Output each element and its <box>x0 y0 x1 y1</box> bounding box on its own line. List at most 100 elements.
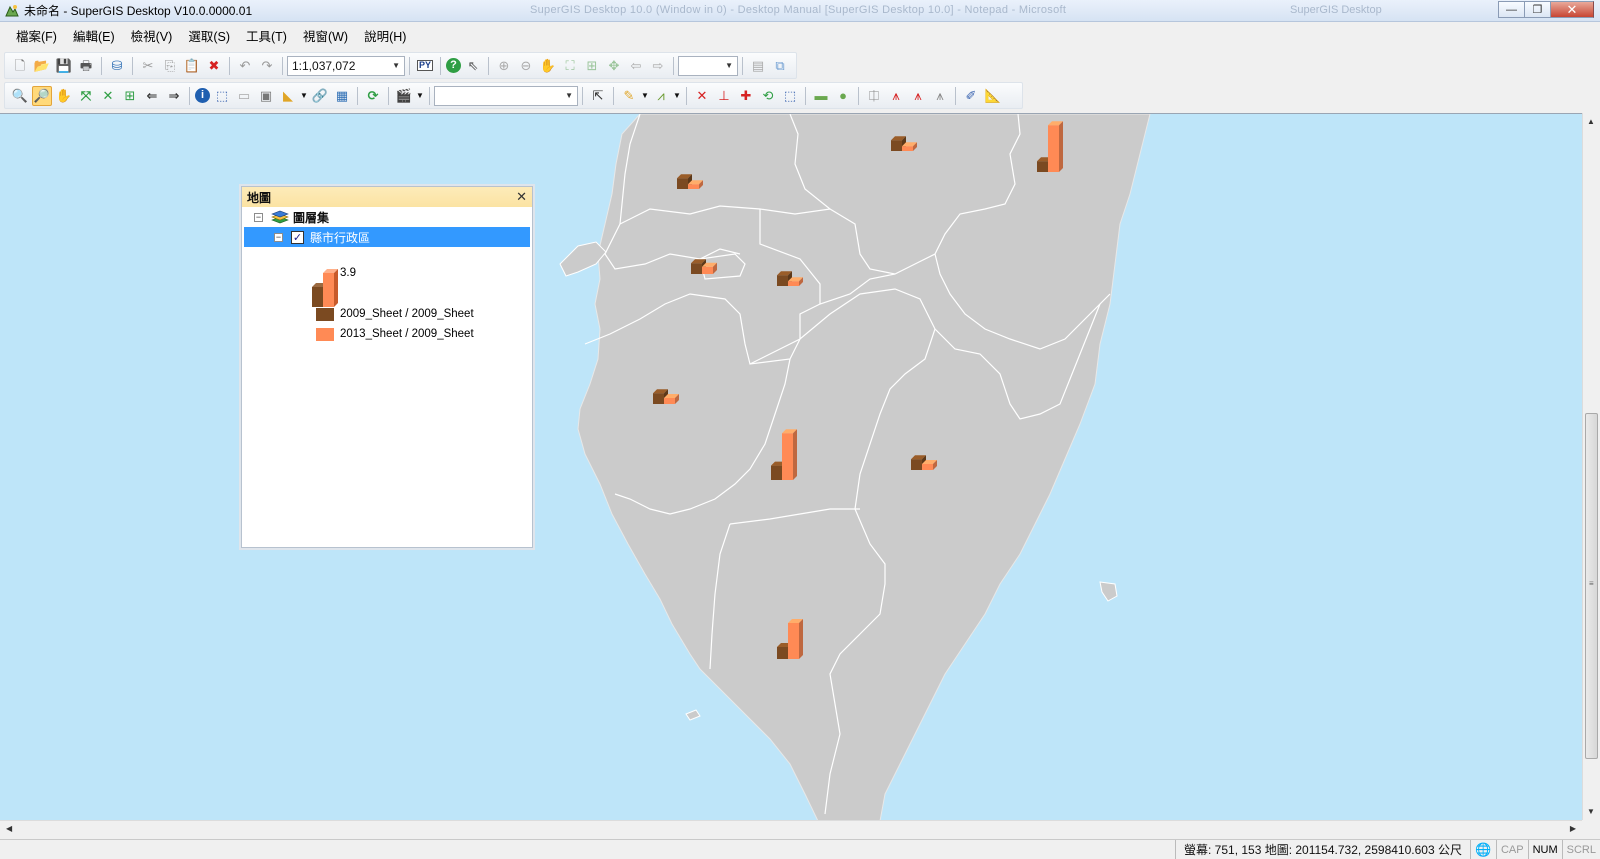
globe-icon[interactable]: 🌐 <box>1469 840 1496 859</box>
select-features-icon[interactable]: ⬚ <box>212 86 232 106</box>
next-extent-icon[interactable]: ⇒ <box>164 86 184 106</box>
maximize-button[interactable]: ❐ <box>1524 1 1550 18</box>
mirror-icon[interactable]: ⎅ <box>864 86 884 106</box>
fixed-zoom-in-icon[interactable]: ⤧ <box>76 86 96 106</box>
layout-zoom-combo[interactable]: ▼ <box>678 55 738 76</box>
measure-icon[interactable]: ◣ <box>278 86 298 106</box>
menu-file[interactable]: 檔案(F) <box>8 23 65 48</box>
chevron-down-icon[interactable]: ▼ <box>673 86 681 106</box>
smooth-icon[interactable]: ⩚ <box>908 86 928 106</box>
scroll-left-icon[interactable]: ◀ <box>6 824 12 833</box>
add-data-icon[interactable]: ⛁ <box>107 56 127 76</box>
save-icon[interactable]: 💾 <box>54 56 74 76</box>
vertical-scrollbar[interactable]: ▲ ≡ ▼ <box>1582 113 1600 820</box>
print-icon[interactable]: 🖶 <box>76 56 96 76</box>
layer-set-row[interactable]: − 圖層集 <box>254 207 329 227</box>
menu-select[interactable]: 選取(S) <box>180 23 238 48</box>
scale-icon[interactable]: ⬚ <box>780 86 800 106</box>
chevron-down-icon[interactable]: ▼ <box>300 86 308 106</box>
context-help-icon[interactable]: ⇖ <box>463 56 483 76</box>
menu-window[interactable]: 視窗(W) <box>295 23 356 48</box>
intersect-icon[interactable]: ✚ <box>736 86 756 106</box>
layout-zoom-out-icon[interactable]: ⊖ <box>516 56 536 76</box>
toolbar-separator <box>858 86 859 105</box>
zoom-in-icon[interactable]: 🔍 <box>10 86 30 106</box>
scrollbar-corner <box>1582 820 1600 838</box>
close-icon[interactable]: ✕ <box>516 189 527 205</box>
fixed-zoom-out-icon[interactable]: ✕ <box>98 86 118 106</box>
vertex-icon[interactable]: ⩘ <box>651 86 671 106</box>
cut-icon[interactable]: ✂ <box>138 56 158 76</box>
tools-toolbar: 🔍 🔎 ✋ ⤧ ✕ ⊞ ⇐ ⇒ i ⬚ ▭ ▣ ◣ ▼ 🔗 ▦ ⟳ 🎬 ▼ ▼ … <box>4 82 1023 109</box>
close-button[interactable]: ✕ <box>1550 1 1594 18</box>
layout-zoom-in-icon[interactable]: ⊕ <box>494 56 514 76</box>
layout-zoom-whole-icon[interactable]: ⛶ <box>560 56 580 76</box>
scroll-down-icon[interactable]: ▼ <box>1587 807 1595 816</box>
sketch-pencil-icon[interactable]: ✎ <box>619 86 639 106</box>
scroll-right-icon[interactable]: ▶ <box>1570 824 1576 833</box>
layer-visibility-checkbox[interactable]: ✓ <box>291 230 304 244</box>
layout-pan-icon[interactable]: ✋ <box>538 56 558 76</box>
menu-edit[interactable]: 編輯(E) <box>65 23 123 48</box>
full-extent-icon[interactable]: ⊞ <box>120 86 140 106</box>
layout-forward-icon[interactable]: ⇨ <box>648 56 668 76</box>
ruler-icon[interactable]: 📐 <box>983 86 1003 106</box>
paste-icon[interactable]: 📋 <box>182 56 202 76</box>
new-document-icon[interactable]: 🗋 <box>10 56 30 76</box>
copy-icon[interactable]: ⎘ <box>160 56 180 76</box>
layout-back-icon[interactable]: ⇦ <box>626 56 646 76</box>
menu-view[interactable]: 檢視(V) <box>123 23 181 48</box>
pan-icon[interactable]: ✋ <box>54 86 74 106</box>
menu-tools[interactable]: 工具(T) <box>238 23 295 48</box>
collapse-icon[interactable]: − <box>254 212 263 222</box>
layer-row-counties[interactable]: − ✓ 縣市行政區 <box>244 227 530 247</box>
previous-extent-icon[interactable]: ⇐ <box>142 86 162 106</box>
scroll-up-icon[interactable]: ▲ <box>1587 117 1595 126</box>
clapper-icon[interactable]: 🎬 <box>394 86 414 106</box>
chevron-down-icon[interactable]: ▼ <box>416 86 424 106</box>
window-title: 未命名 - SuperGIS Desktop V10.0.0000.01 <box>24 4 253 18</box>
generalize-icon[interactable]: ⩚ <box>886 86 906 106</box>
buffer-icon[interactable]: ● <box>833 86 853 106</box>
delete-icon[interactable]: ✖ <box>204 56 224 76</box>
target-layer-combo[interactable]: ▼ <box>434 85 578 106</box>
menu-help[interactable]: 說明(H) <box>356 23 414 48</box>
perpendicular-icon[interactable]: ⊥ <box>714 86 734 106</box>
open-folder-icon[interactable]: 📂 <box>32 56 52 76</box>
map-tips-icon[interactable]: ▭ <box>234 86 254 106</box>
python-icon[interactable]: PY <box>415 56 435 76</box>
union-icon[interactable]: ▬ <box>811 86 831 106</box>
html-popup-icon[interactable]: ▣ <box>256 86 276 106</box>
refresh-icon[interactable]: ⟳ <box>363 86 383 106</box>
edit-select-icon[interactable]: ⇱ <box>588 86 608 106</box>
split-icon[interactable]: ✕ <box>692 86 712 106</box>
map-canvas[interactable] <box>0 114 1582 820</box>
collapse-icon[interactable]: − <box>274 232 283 242</box>
help-icon[interactable]: ? <box>446 58 461 73</box>
redo-icon[interactable]: ↷ <box>257 56 277 76</box>
app-icon <box>5 4 19 16</box>
identify-icon[interactable]: i <box>195 88 210 103</box>
page-setup-icon[interactable]: ▤ <box>748 56 768 76</box>
zoom-out-icon[interactable]: 🔎 <box>32 85 52 106</box>
layout-zoom-page-icon[interactable]: ✥ <box>604 56 624 76</box>
horizontal-scrollbar[interactable]: ◀ ▶ <box>0 820 1582 838</box>
undo-icon[interactable]: ↶ <box>235 56 255 76</box>
legend-chart-max-label: 3.9 <box>340 267 356 279</box>
map-scale-combo[interactable]: 1:1,037,072 ▼ <box>287 55 405 76</box>
hyperlink-icon[interactable]: 🔗 <box>310 86 330 106</box>
legend-item-2013: 2013_Sheet / 2009_Sheet <box>316 324 474 344</box>
scroll-thumb[interactable]: ≡ <box>1585 413 1598 759</box>
reshape-icon[interactable]: ⩚ <box>930 86 950 106</box>
map-view[interactable] <box>0 113 1582 820</box>
legend-item-2009: 2009_Sheet / 2009_Sheet <box>316 304 474 324</box>
rotate-icon[interactable]: ⟲ <box>758 86 778 106</box>
change-layout-icon[interactable]: ⧉ <box>770 56 790 76</box>
minimize-button[interactable]: — <box>1498 1 1524 18</box>
swipe-layer-icon[interactable]: ▦ <box>332 86 352 106</box>
layout-zoom-fixed-icon[interactable]: ⊞ <box>582 56 602 76</box>
attribute-edit-icon[interactable]: ✐ <box>961 86 981 106</box>
chevron-down-icon[interactable]: ▼ <box>641 86 649 106</box>
bar-2009-front <box>1037 161 1048 172</box>
bar-2013-front <box>1048 125 1059 172</box>
